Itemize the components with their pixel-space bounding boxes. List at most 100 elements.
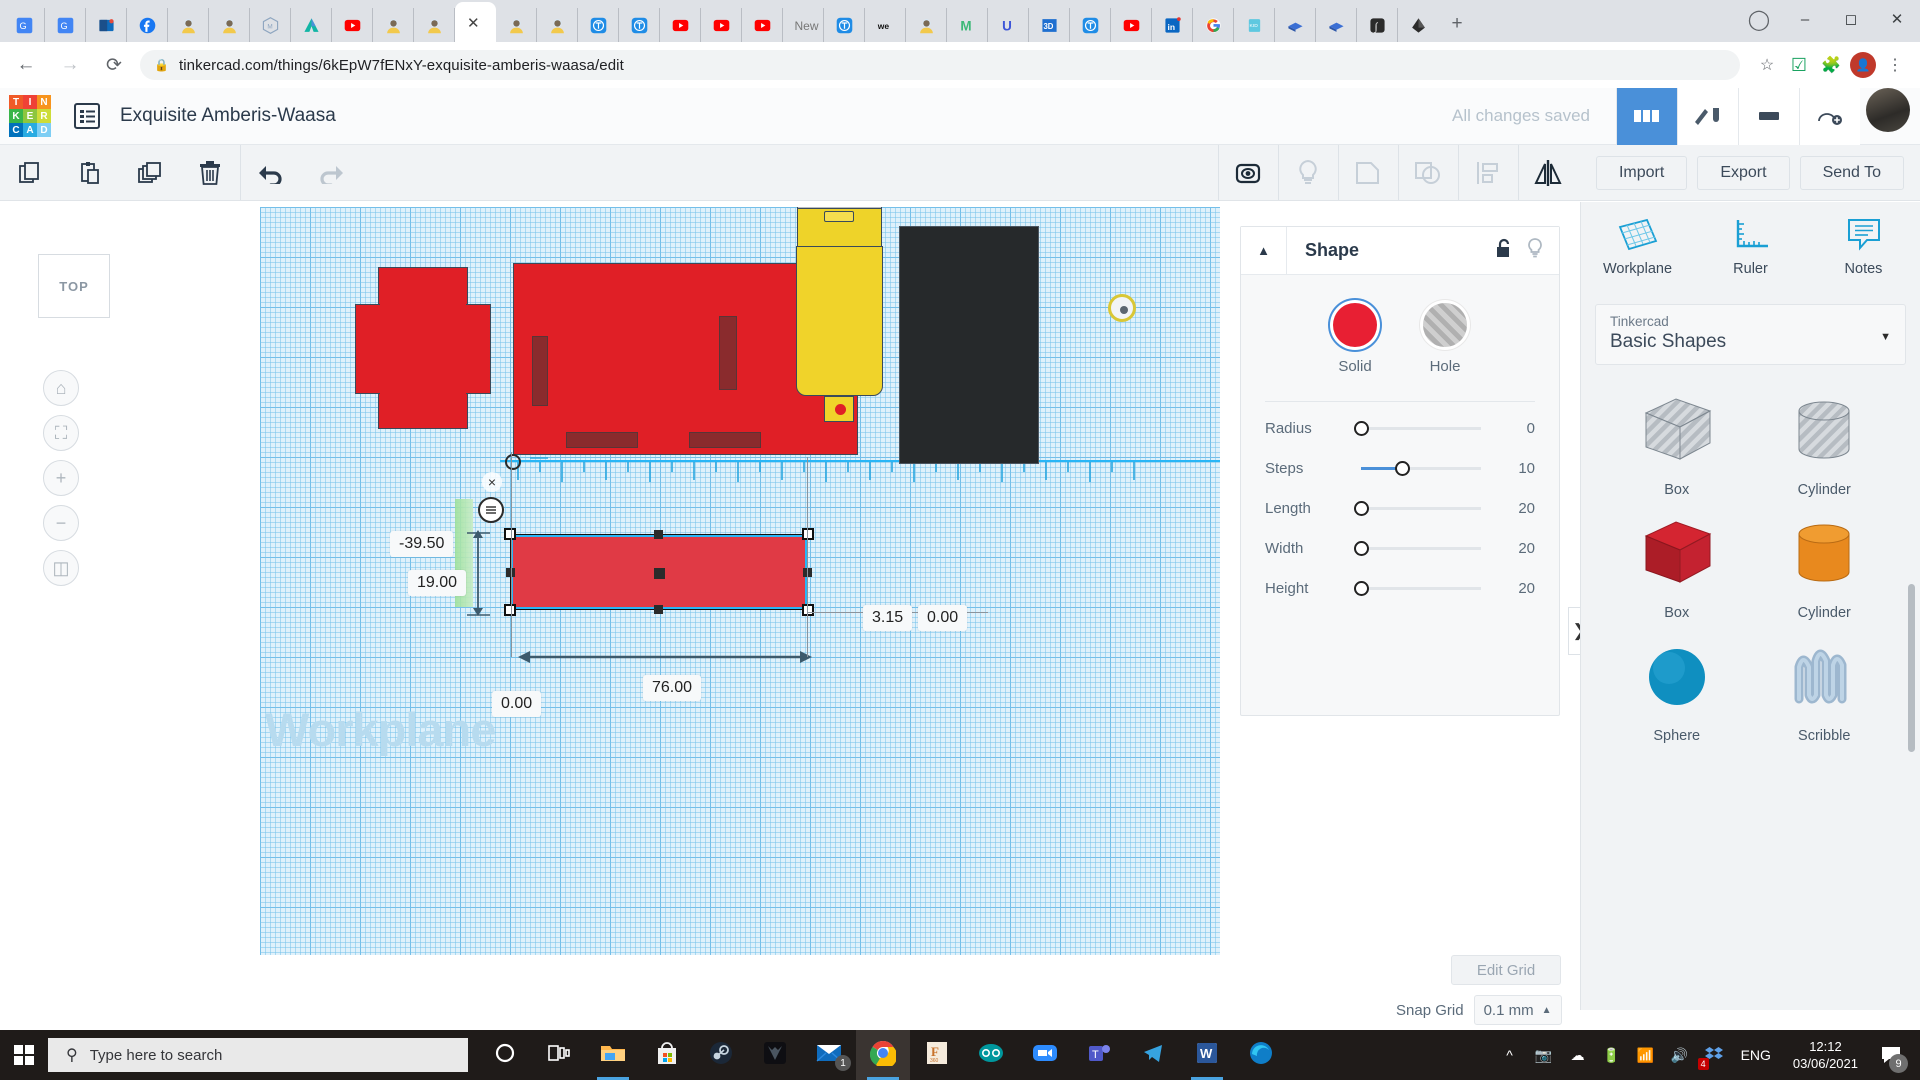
back-button[interactable]: ← (8, 47, 44, 83)
taskbar-app-word[interactable]: W (1180, 1030, 1234, 1080)
handle-top-mid[interactable] (654, 530, 663, 539)
zoom-out-icon[interactable]: − (43, 505, 79, 541)
usb-body-shape[interactable] (796, 246, 1136, 396)
clock[interactable]: 12:12 03/06/2021 (1781, 1038, 1870, 1072)
handle-bottom-mid[interactable] (654, 605, 663, 614)
slider-knob[interactable] (1354, 540, 1369, 556)
show-hide-icon[interactable] (1217, 145, 1278, 200)
onedrive-icon[interactable]: ☁ (1561, 1030, 1595, 1080)
hole-option[interactable]: Hole (1423, 303, 1467, 375)
codeblocks-icon[interactable] (1677, 87, 1738, 145)
slider-knob[interactable] (1354, 500, 1369, 516)
export-button[interactable]: Export (1697, 155, 1790, 190)
dim-right-1[interactable]: 3.15 (863, 605, 913, 631)
browser-tab[interactable]: in (1152, 8, 1193, 42)
property-value[interactable]: 10 (1518, 460, 1535, 477)
handle-top-right[interactable] (802, 528, 814, 540)
property-value[interactable]: 20 (1518, 500, 1535, 517)
edit-grid-button[interactable]: Edit Grid (1451, 955, 1561, 985)
slider-knob[interactable] (1354, 420, 1369, 436)
volume-icon[interactable]: 🔊 (1663, 1030, 1697, 1080)
dim-length[interactable]: 76.00 (643, 675, 702, 701)
shape-library-scrollbar[interactable] (1908, 584, 1915, 752)
search-input[interactable]: ⚲ Type here to search (48, 1038, 468, 1072)
browser-tab[interactable] (660, 8, 701, 42)
taskbar-app-edge[interactable] (1234, 1030, 1288, 1080)
browser-tab[interactable] (537, 8, 578, 42)
taskbar-app-chrome[interactable] (856, 1030, 910, 1080)
hole-swatch[interactable] (1423, 303, 1467, 347)
browser-tab[interactable] (332, 8, 373, 42)
browser-tab[interactable] (619, 8, 660, 42)
handle-center[interactable] (654, 568, 665, 579)
handle-bottom-right[interactable] (802, 604, 814, 616)
shape-library-item[interactable]: Scribble (1751, 637, 1899, 744)
browser-tab[interactable] (209, 8, 250, 42)
red-component-shape[interactable] (355, 267, 491, 429)
chevron-up-icon[interactable]: ▲ (1241, 226, 1287, 275)
browser-tab[interactable] (1193, 8, 1234, 42)
slider-knob[interactable] (1354, 580, 1369, 596)
property-slider[interactable] (1354, 420, 1481, 436)
taskbar-app-mail[interactable]: 1 (802, 1030, 856, 1080)
undo-icon[interactable] (241, 145, 301, 200)
star-icon[interactable]: ☆ (1752, 50, 1782, 80)
browser-tab[interactable] (496, 8, 537, 42)
taskbar-app-microsoft-store[interactable] (640, 1030, 694, 1080)
taskbar-app-zoom[interactable] (1018, 1030, 1072, 1080)
puzzle-icon[interactable]: 🧩 (1816, 50, 1846, 80)
battery-icon[interactable]: 🔋 (1595, 1030, 1629, 1080)
wifi-icon[interactable]: 📶 (1629, 1030, 1663, 1080)
tinkercad-logo[interactable]: TINKERCAD (0, 95, 60, 137)
shape-library-item[interactable]: Box (1603, 514, 1751, 621)
browser-tab[interactable] (1398, 8, 1439, 42)
taskbar-app-file-explorer[interactable] (586, 1030, 640, 1080)
home-view-icon[interactable]: ⌂ (43, 370, 79, 406)
taskbar-app-telegram[interactable] (1126, 1030, 1180, 1080)
dim-height[interactable]: 19.00 (408, 570, 467, 596)
notification-icon[interactable]: 9 (1870, 1030, 1912, 1080)
handle-top-left[interactable] (504, 528, 516, 540)
browser-tab[interactable] (1316, 8, 1357, 42)
browser-tab[interactable] (373, 8, 414, 42)
browser-tab[interactable] (742, 8, 783, 42)
address-bar[interactable]: 🔒 tinkercad.com/things/6kEpW7fENxY-exqui… (140, 50, 1740, 80)
view-cube[interactable]: TOP (38, 254, 110, 318)
shape-library-item[interactable]: Sphere (1603, 637, 1751, 744)
browser-tab[interactable]: U (988, 8, 1029, 42)
add-person-icon[interactable] (1799, 87, 1860, 145)
blocks-icon[interactable] (1738, 87, 1799, 145)
property-slider[interactable] (1354, 580, 1481, 596)
delete-icon[interactable] (180, 145, 240, 200)
align-icon[interactable] (1457, 145, 1518, 200)
rotate-icon[interactable] (478, 497, 504, 523)
shape-library-item[interactable]: Cylinder (1751, 514, 1899, 621)
taskbar-app-fusion360[interactable]: F 360 (910, 1030, 964, 1080)
taskbar-app-steam[interactable] (694, 1030, 748, 1080)
maximize-button[interactable]: ◻ (1828, 2, 1874, 36)
browser-tab[interactable] (127, 8, 168, 42)
browser-tab[interactable] (86, 8, 127, 42)
minimize-button[interactable]: – (1782, 2, 1828, 36)
paste-icon[interactable] (60, 145, 120, 200)
property-slider[interactable] (1354, 540, 1481, 556)
show-hidden-icons[interactable]: ^ (1493, 1030, 1527, 1080)
user-avatar[interactable] (1866, 87, 1910, 132)
browser-tab[interactable]: New (783, 8, 824, 42)
sidebar-item-workplane[interactable]: Workplane (1581, 202, 1694, 292)
close-icon[interactable]: × (482, 472, 502, 492)
browser-tab[interactable]: G (4, 8, 45, 42)
close-window-button[interactable]: ✕ (1874, 2, 1920, 36)
dim-right-2[interactable]: 0.00 (918, 605, 968, 631)
fit-to-view-icon[interactable]: ⛶ (43, 415, 79, 451)
browser-tab[interactable] (1070, 8, 1111, 42)
lightbulb-icon[interactable] (1527, 238, 1543, 263)
chevron-down-icon[interactable]: ▼ (1880, 331, 1891, 343)
dim-x-offset[interactable]: 0.00 (492, 691, 542, 717)
browser-tab[interactable]: M (947, 8, 988, 42)
copy-icon[interactable] (0, 145, 60, 200)
mirror-icon[interactable] (1517, 145, 1578, 200)
windows-start-icon[interactable] (0, 1030, 48, 1080)
ungroup-icon[interactable] (1397, 145, 1458, 200)
library-dropdown[interactable]: Tinkercad Basic Shapes ▼ (1595, 304, 1906, 365)
